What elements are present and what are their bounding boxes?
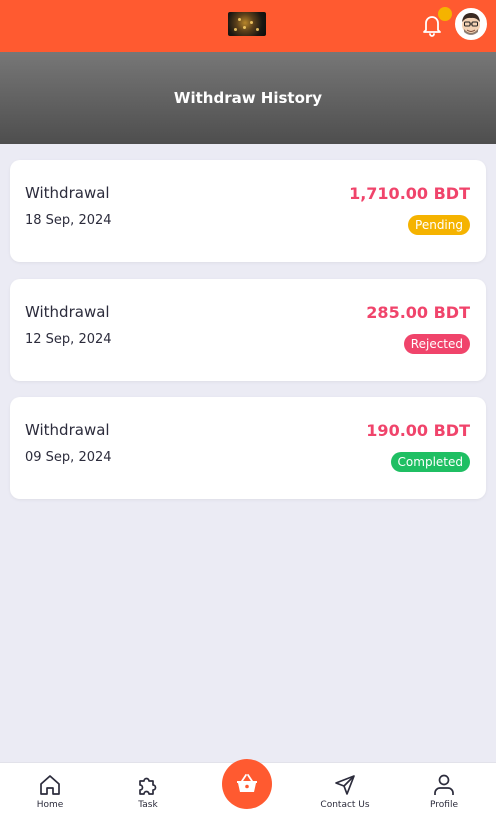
basket-button[interactable] <box>222 759 272 809</box>
basket-icon <box>237 774 257 792</box>
nav-contact[interactable]: Contact Us <box>305 763 385 819</box>
withdrawal-label: Withdrawal <box>25 303 110 321</box>
withdrawal-label: Withdrawal <box>25 184 110 202</box>
status-badge: Pending <box>408 215 470 235</box>
user-avatar[interactable] <box>455 8 487 40</box>
top-bar <box>0 0 496 52</box>
page-title: Withdraw History <box>173 89 323 107</box>
nav-home-label: Home <box>36 800 64 810</box>
app-logo[interactable] <box>228 12 266 36</box>
send-icon <box>335 775 355 795</box>
withdrawal-card[interactable]: Withdrawal 18 Sep, 2024 1,710.00 BDT Pen… <box>10 160 486 262</box>
home-icon <box>40 775 60 795</box>
withdrawal-date: 09 Sep, 2024 <box>25 450 112 465</box>
withdrawal-label: Withdrawal <box>25 421 110 439</box>
nav-task-label: Task <box>138 800 158 810</box>
status-badge: Rejected <box>403 334 470 354</box>
nav-home[interactable]: Home <box>10 763 90 819</box>
user-icon <box>434 774 454 795</box>
withdrawal-amount: 1,710.00 BDT <box>349 184 470 203</box>
withdrawal-card[interactable]: Withdrawal 12 Sep, 2024 285.00 BDT Rejec… <box>10 279 486 381</box>
nav-profile[interactable]: Profile <box>404 763 484 819</box>
notification-dot <box>438 7 452 21</box>
withdrawal-amount: 190.00 BDT <box>366 421 470 440</box>
withdrawal-date: 18 Sep, 2024 <box>25 213 112 228</box>
withdrawal-amount: 285.00 BDT <box>366 303 470 322</box>
withdrawal-date: 12 Sep, 2024 <box>25 332 112 347</box>
puzzle-icon <box>139 777 157 795</box>
nav-contact-label: Contact Us <box>320 800 370 810</box>
page-header-banner: Withdraw History <box>0 52 496 144</box>
nav-profile-label: Profile <box>430 800 458 810</box>
withdrawal-card[interactable]: Withdrawal 09 Sep, 2024 190.00 BDT Compl… <box>10 397 486 499</box>
status-badge: Completed <box>390 452 470 472</box>
nav-task[interactable]: Task <box>108 763 188 819</box>
